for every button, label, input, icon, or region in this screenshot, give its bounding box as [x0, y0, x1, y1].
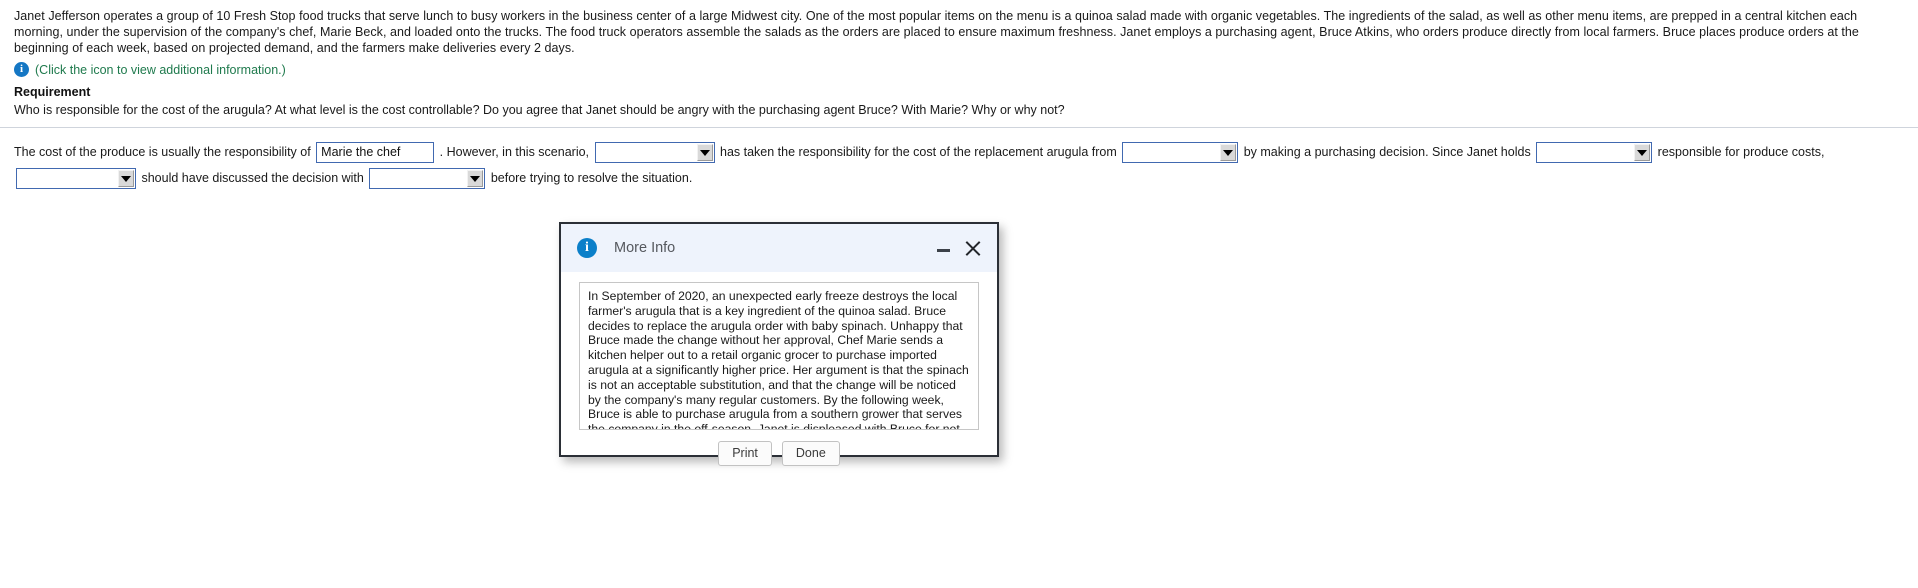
- chevron-down-icon[interactable]: [118, 170, 134, 188]
- responsibility-dropdown-6[interactable]: [369, 168, 486, 190]
- chevron-down-icon[interactable]: [467, 170, 484, 188]
- responsibility-field-1[interactable]: Marie the chef: [316, 142, 435, 164]
- dialog-footer: Print Done: [579, 441, 979, 466]
- responsibility-field-1-value: Marie the chef: [321, 145, 401, 160]
- responsibility-dropdown-2[interactable]: [594, 142, 715, 164]
- chevron-down-icon[interactable]: [1220, 144, 1237, 162]
- chevron-down-icon[interactable]: [1634, 144, 1651, 162]
- chevron-down-icon[interactable]: [696, 144, 713, 162]
- print-button[interactable]: Print: [718, 441, 772, 466]
- dialog-header: i More Info: [561, 224, 997, 272]
- answer-text-3: has taken the responsibility for the cos…: [720, 145, 1117, 159]
- answer-text-5: responsible for produce costs,: [1657, 145, 1825, 159]
- answer-text-7: before trying to resolve the situation.: [490, 171, 693, 185]
- requirement-heading: Requirement: [14, 85, 91, 99]
- additional-info-link-label[interactable]: (Click the icon to view additional infor…: [35, 63, 286, 77]
- answer-text-6: should have discussed the decision with: [141, 171, 364, 185]
- responsibility-dropdown-3[interactable]: [1122, 142, 1239, 164]
- answer-entry-area: The cost of the produce is usually the r…: [0, 128, 1918, 191]
- minimize-icon[interactable]: [936, 241, 951, 256]
- answer-text-4: by making a purchasing decision. Since J…: [1243, 145, 1531, 159]
- additional-info-link-row[interactable]: i (Click the icon to view additional inf…: [14, 62, 1904, 77]
- done-button[interactable]: Done: [781, 441, 840, 466]
- more-info-text: In September of 2020, an unexpected earl…: [588, 289, 969, 430]
- close-icon[interactable]: [964, 240, 981, 257]
- more-info-dialog: i More Info In September of 2020, an une…: [559, 222, 999, 466]
- dialog-title: More Info: [614, 240, 676, 256]
- responsibility-dropdown-5[interactable]: [16, 168, 136, 190]
- answer-text-1: The cost of the produce is usually the r…: [14, 145, 311, 159]
- scenario-paragraph: Janet Jefferson operates a group of 10 F…: [14, 9, 1859, 55]
- dialog-window-controls: [936, 240, 987, 257]
- info-circle-icon: i: [577, 238, 597, 258]
- info-circle-icon[interactable]: i: [14, 62, 29, 77]
- answer-text-2: . However, in this scenario,: [439, 145, 590, 159]
- dialog-body: In September of 2020, an unexpected earl…: [561, 272, 997, 466]
- problem-statement-section: Janet Jefferson operates a group of 10 F…: [0, 0, 1918, 118]
- requirement-text: Who is responsible for the cost of the a…: [14, 103, 1065, 117]
- more-info-textbox: In September of 2020, an unexpected earl…: [579, 282, 979, 430]
- responsibility-dropdown-4[interactable]: [1536, 142, 1653, 164]
